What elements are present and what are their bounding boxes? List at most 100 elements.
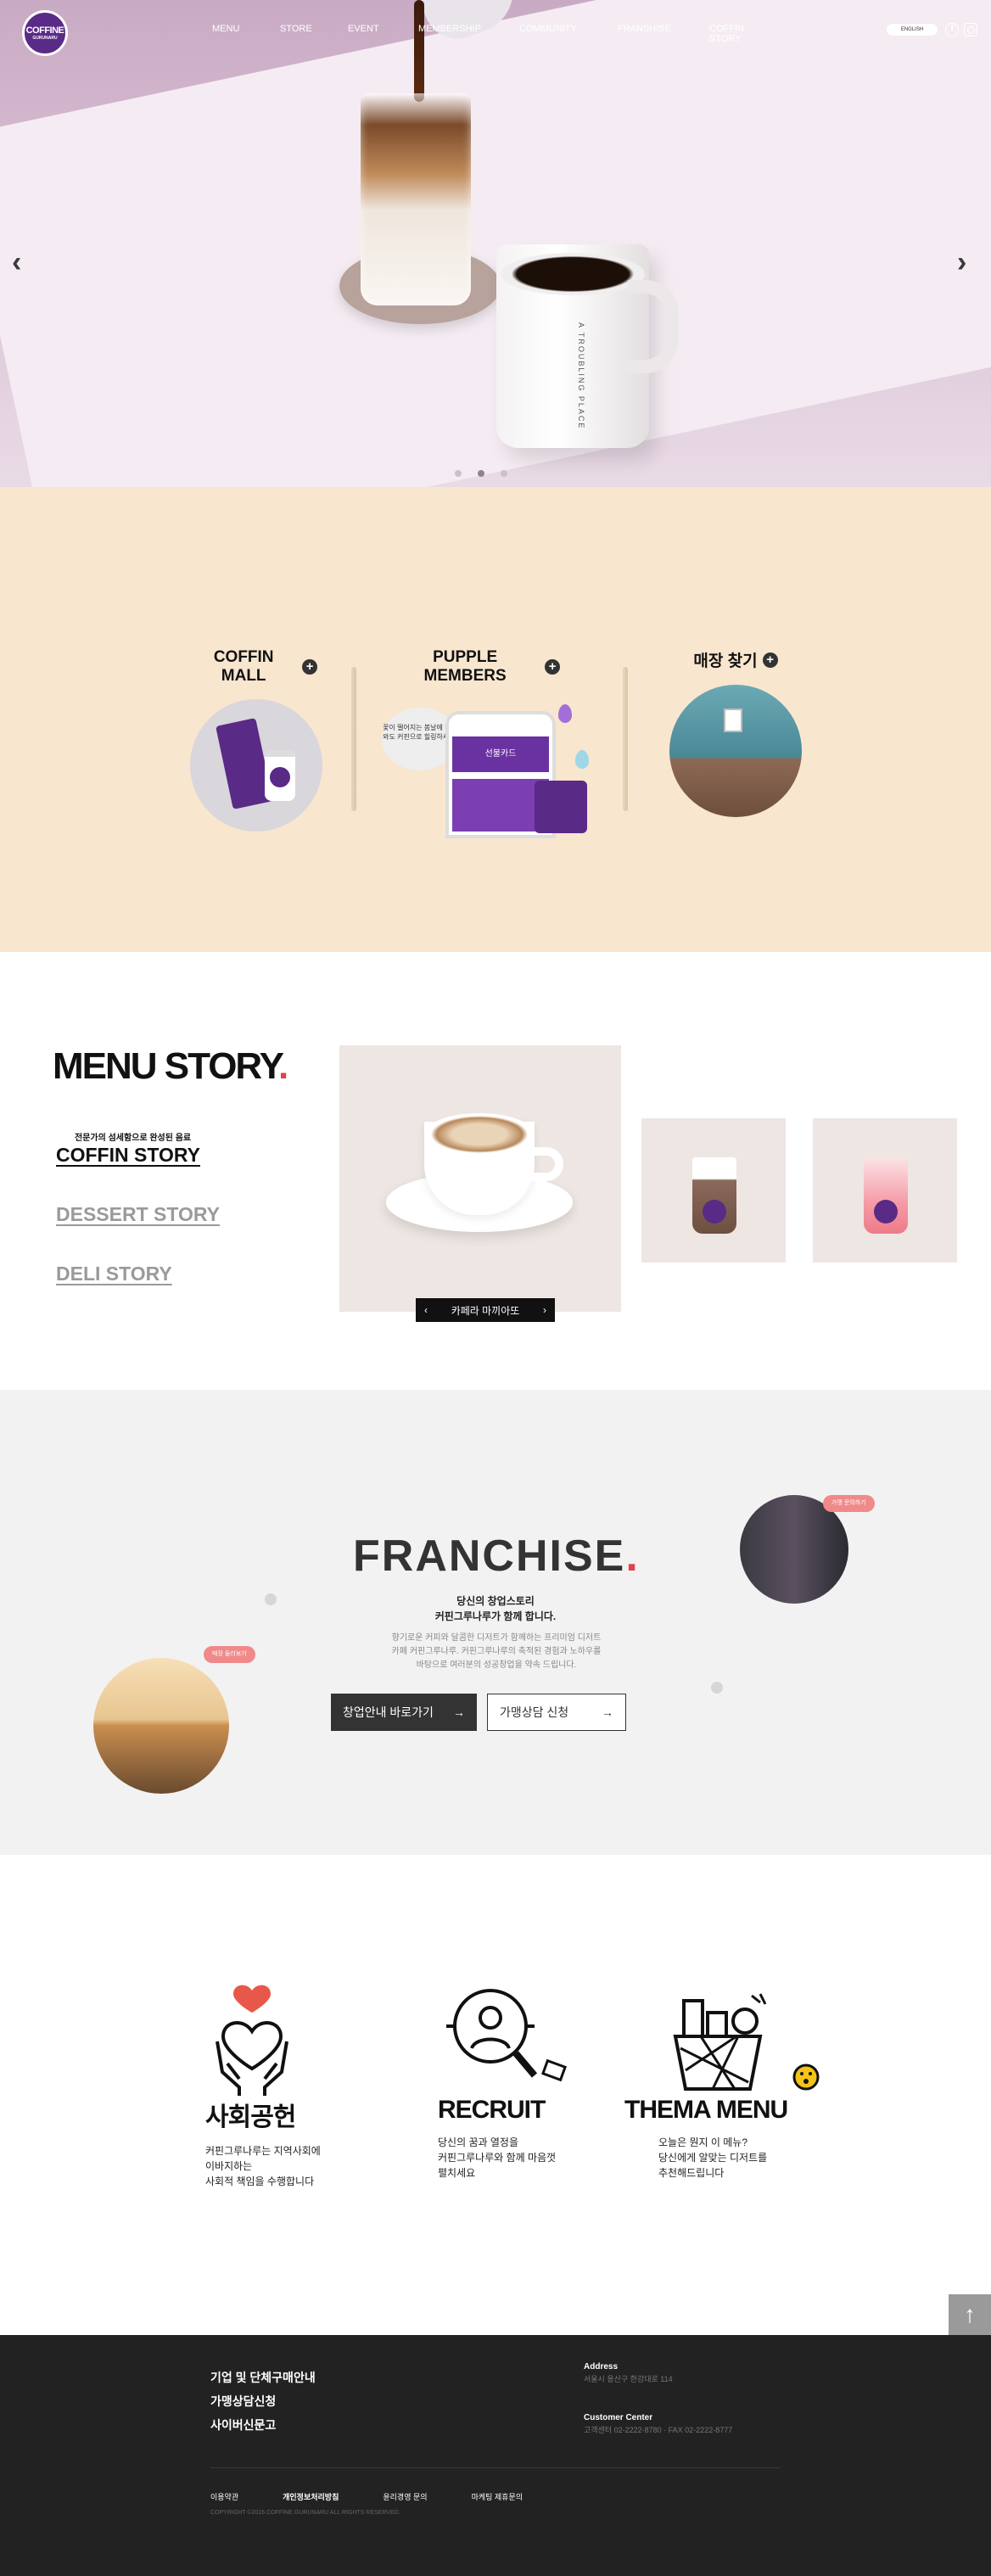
franchise-guide-label: 창업안내 바로가기	[343, 1705, 434, 1719]
site-footer: 기업 및 단체구매안내 가맹상담신청 사이버신문고 Address 서울시 용산…	[0, 2335, 991, 2576]
pupple-members-image: 꽃이 떨어지는 봄날에 비가 와도 커핀으로 힐링하세요! 선불카드	[365, 699, 589, 838]
quick-pupple-members-title: PUPPLE MEMBERS	[423, 648, 507, 685]
wall-frame	[724, 708, 742, 732]
hero-banner: A TROUBLING PLACE COFFINE GURUNARU MENU …	[0, 0, 991, 487]
menu-story-title: MENU STORY.	[53, 1045, 288, 1087]
logo-text: COFFINE	[25, 25, 64, 36]
coffin-mall-image	[190, 699, 322, 832]
franchise-title: FRANCHISE.	[353, 1532, 640, 1581]
feature-recruit-title: RECRUIT	[438, 2096, 546, 2124]
footer-divider	[210, 2467, 781, 2468]
quick-links-section: COFFIN MALL + PUPPLE MEMBERS + 꽃이 떨어지는 봄날에…	[0, 487, 991, 952]
footer-contact: Address 서울시 용산구 한강대로 114 Customer Center…	[584, 2360, 732, 2462]
phone-card-label: 선불카드	[452, 736, 549, 772]
quick-coffin-mall-title: COFFIN MALL	[213, 648, 274, 685]
store-tag-2[interactable]: 가맹 문의하기	[823, 1495, 875, 1512]
hero-dot-3[interactable]	[501, 470, 507, 477]
basket-icon	[673, 1993, 820, 2091]
caption-next-icon[interactable]: ›	[543, 1304, 546, 1316]
hero-mug-print: A TROUBLING PLACE	[577, 322, 585, 430]
drink-logo-image	[874, 1200, 898, 1224]
purple-drop-icon	[558, 704, 572, 723]
quick-store-finder[interactable]: 매장 찾기 +	[663, 648, 808, 817]
footer-terms[interactable]: 이용약관	[210, 2491, 238, 2502]
address-label: Address	[584, 2362, 619, 2372]
menu-tab-deli-story[interactable]: DELI STORY	[56, 1263, 172, 1285]
franchise-guide-button[interactable]: 창업안내 바로가기 →	[331, 1694, 477, 1731]
hero-latte-glass	[361, 93, 471, 305]
address-text: 서울시 용산구 한강대로 114	[584, 2375, 673, 2383]
feature-thema-menu[interactable]: THEMA MENU 오늘은 뭔지 이 메뉴? 당신에게 알맞는 디저트를 추천…	[624, 1982, 828, 2181]
franchise-consult-button[interactable]: 가맹상담 신청 →	[487, 1694, 626, 1731]
feature-social-title: 사회공헌	[205, 2103, 296, 2131]
logo-subtext: GURUNARU	[32, 36, 58, 41]
features-section: 사회공헌 커핀그루나루는 지역사회에 이바지하는 사회적 책임을 수행합니다 R…	[0, 1855, 991, 2335]
hero-mug-handle	[628, 280, 679, 373]
scroll-top-icon[interactable]: ↑	[949, 2294, 991, 2337]
instagram-icon[interactable]	[964, 23, 977, 36]
decor-dot	[711, 1682, 723, 1694]
nav-membership[interactable]: MEMBERSHIP	[418, 24, 481, 34]
feature-thema-desc: 오늘은 뭔지 이 메뉴? 당신에게 알맞는 디저트를 추천해드립니다	[658, 2136, 768, 2179]
menu-caption-bar: ‹ 카페라 마끼아또 ›	[416, 1298, 555, 1322]
hero-prev-arrow-icon[interactable]: ‹	[12, 246, 21, 279]
menu-thumb-2[interactable]	[813, 1118, 957, 1263]
store-tag-1[interactable]: 매장 둘러보기	[204, 1646, 255, 1663]
menu-story-section: MENU STORY. 전문가의 섬세함으로 완성된 음료 COFFIN STO…	[0, 952, 991, 1390]
quick-coffin-mall[interactable]: COFFIN MALL +	[190, 648, 322, 832]
nav-community[interactable]: COMMUNITY	[519, 24, 577, 34]
heart-hands-icon	[216, 1985, 288, 2096]
nav-store[interactable]: STORE	[280, 24, 312, 34]
store-interior-image	[669, 685, 802, 817]
menu-thumb-1[interactable]	[641, 1118, 786, 1263]
footer-marketing[interactable]: 마케팅 제휴문의	[472, 2491, 523, 2502]
cup-handle-image	[528, 1147, 563, 1181]
latte-art-image	[424, 1113, 535, 1156]
plus-icon[interactable]: +	[302, 659, 317, 675]
plus-icon[interactable]: +	[545, 659, 560, 675]
blue-drop-icon	[575, 750, 589, 769]
nav-coffin-story[interactable]: COFFIN STORY	[709, 24, 744, 44]
hero-next-arrow-icon[interactable]: ›	[957, 246, 966, 279]
footer-ethics[interactable]: 윤리경영 문의	[383, 2491, 427, 2502]
drink-logo-image	[703, 1200, 726, 1224]
plus-icon[interactable]: +	[762, 652, 778, 668]
recruit-magnifier-icon	[446, 1989, 567, 2082]
caption-prev-icon[interactable]: ‹	[424, 1304, 428, 1316]
feature-recruit[interactable]: RECRUIT 당신의 꿈과 열정을 커핀그루나루와 함께 마음껏 펼치세요	[438, 1982, 574, 2181]
feature-thema-title: THEMA MENU	[624, 2096, 788, 2124]
nav-event[interactable]: EVENT	[348, 24, 379, 34]
menu-tab-dessert-story[interactable]: DESSERT STORY	[56, 1203, 220, 1226]
franchise-section: 가맹 문의하기 FRANCHISE. 당신의 창업스토리 커핀그루나루가 함께 …	[0, 1390, 991, 1855]
customer-center-label: Customer Center	[584, 2413, 653, 2422]
footer-link-franchise[interactable]: 가맹상담신청	[210, 2389, 316, 2413]
footer-policy-links: 이용약관 개인정보처리방침 윤리경영 문의 마케팅 제휴문의	[210, 2491, 567, 2502]
footer-privacy[interactable]: 개인정보처리방침	[283, 2491, 339, 2502]
feature-recruit-desc: 당신의 꿈과 열정을 커핀그루나루와 함께 마음껏 펼치세요	[438, 2136, 557, 2179]
footer-link-corporate[interactable]: 기업 및 단체구매안내	[210, 2366, 316, 2389]
decor-dot	[265, 1593, 277, 1605]
hero-dot-1[interactable]	[455, 470, 462, 477]
menu-tab-coffin-story[interactable]: COFFIN STORY	[56, 1144, 200, 1167]
arrow-right-icon: →	[602, 1705, 613, 1719]
quick-store-finder-title: 매장 찾기	[693, 652, 758, 670]
nav-franshise[interactable]: FRANSHISE	[618, 24, 671, 34]
arrow-right-icon: →	[453, 1705, 465, 1719]
store-photo-1	[93, 1658, 229, 1794]
franchise-subtitle: 당신의 창업스토리 커핀그루나루가 함께 합니다.	[434, 1595, 557, 1622]
quick-pupple-members[interactable]: PUPPLE MEMBERS + 꽃이 떨어지는 봄날에 비가 와도 커핀으로 힐…	[382, 648, 589, 838]
franchise-description: 향기로운 커피와 달콤한 디저트가 함께하는 프리미엄 디저트 카페 커핀그루나…	[391, 1633, 602, 1670]
hero-dot-2[interactable]	[478, 470, 484, 477]
hero-coffee-pour	[414, 0, 424, 102]
member-card-image	[535, 781, 587, 833]
language-button[interactable]: ENGLISH	[887, 24, 938, 36]
nav-menu[interactable]: MENU	[212, 24, 239, 34]
feature-social[interactable]: 사회공헌 커핀그루나루는 지역사회에 이바지하는 사회적 책임을 수행합니다	[205, 1982, 321, 2189]
menu-featured-image	[339, 1045, 621, 1312]
brand-logo[interactable]: COFFINE GURUNARU	[22, 10, 68, 56]
franchise-consult-label: 가맹상담 신청	[500, 1705, 569, 1719]
footer-link-cyber[interactable]: 사이버신문고	[210, 2413, 316, 2437]
facebook-icon[interactable]: f	[945, 23, 959, 36]
feature-social-desc: 커핀그루나루는 지역사회에 이바지하는 사회적 책임을 수행합니다	[205, 2145, 321, 2187]
footer-links: 기업 및 단체구매안내 가맹상담신청 사이버신문고	[210, 2366, 316, 2437]
